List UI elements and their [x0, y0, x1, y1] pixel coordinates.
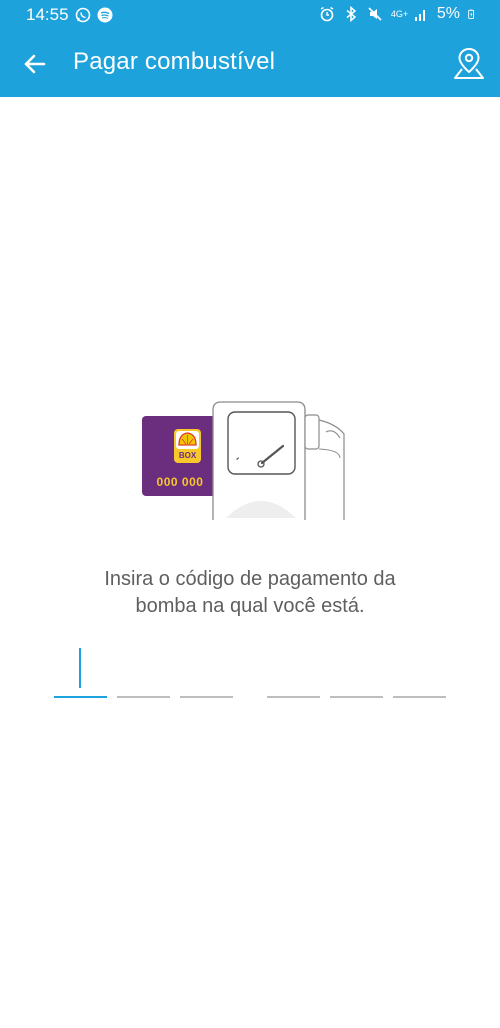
code-slot-1[interactable]	[54, 648, 107, 698]
instruction-text: Insira o código de pagamento da bomba na…	[40, 566, 460, 620]
pump-code-input[interactable]	[0, 640, 500, 710]
code-slot-6[interactable]	[393, 648, 446, 698]
instruction-line-1: Insira o código de pagamento da	[104, 568, 396, 590]
bluetooth-icon	[346, 6, 357, 22]
pump-terminal	[212, 401, 345, 520]
payment-illustration: BOX 000 000	[142, 401, 345, 520]
slot-underline	[180, 696, 233, 698]
map-button[interactable]	[452, 45, 486, 81]
text-caret	[79, 648, 81, 688]
status-time: 14:55	[26, 5, 69, 24]
instruction-line-2: bomba na qual você está.	[135, 595, 365, 617]
back-button[interactable]	[18, 47, 52, 81]
slot-underline	[117, 696, 170, 698]
alarm-icon	[320, 6, 334, 22]
whatsapp-icon	[75, 7, 90, 23]
status-bar: 14:55 4G+ 5%	[0, 0, 500, 30]
page-title: Pagar combustível	[73, 48, 276, 75]
slot-underline	[54, 696, 107, 698]
arrow-back-icon	[24, 54, 46, 74]
code-slot-3[interactable]	[180, 648, 233, 698]
battery-percent: 5%	[436, 5, 460, 22]
spotify-icon	[97, 7, 113, 23]
battery-charging-icon	[468, 9, 475, 19]
code-slot-5[interactable]	[330, 648, 383, 698]
slot-underline	[393, 696, 446, 698]
slot-underline	[267, 696, 320, 698]
code-slot-4[interactable]	[267, 648, 320, 698]
card-box-label: BOX	[179, 451, 197, 460]
status-right: 4G+ 5%	[319, 5, 478, 23]
mute-icon	[368, 7, 382, 21]
signal-icon	[414, 10, 425, 21]
map-pin-icon	[454, 47, 484, 79]
fuel-card: BOX 000 000	[142, 416, 224, 496]
app-bar: Pagar combustível	[0, 30, 500, 97]
code-slot-2[interactable]	[117, 648, 170, 698]
network-type: 4G+	[390, 8, 409, 19]
card-number: 000 000	[157, 475, 204, 489]
status-left: 14:55	[26, 5, 113, 25]
slot-underline	[330, 696, 383, 698]
